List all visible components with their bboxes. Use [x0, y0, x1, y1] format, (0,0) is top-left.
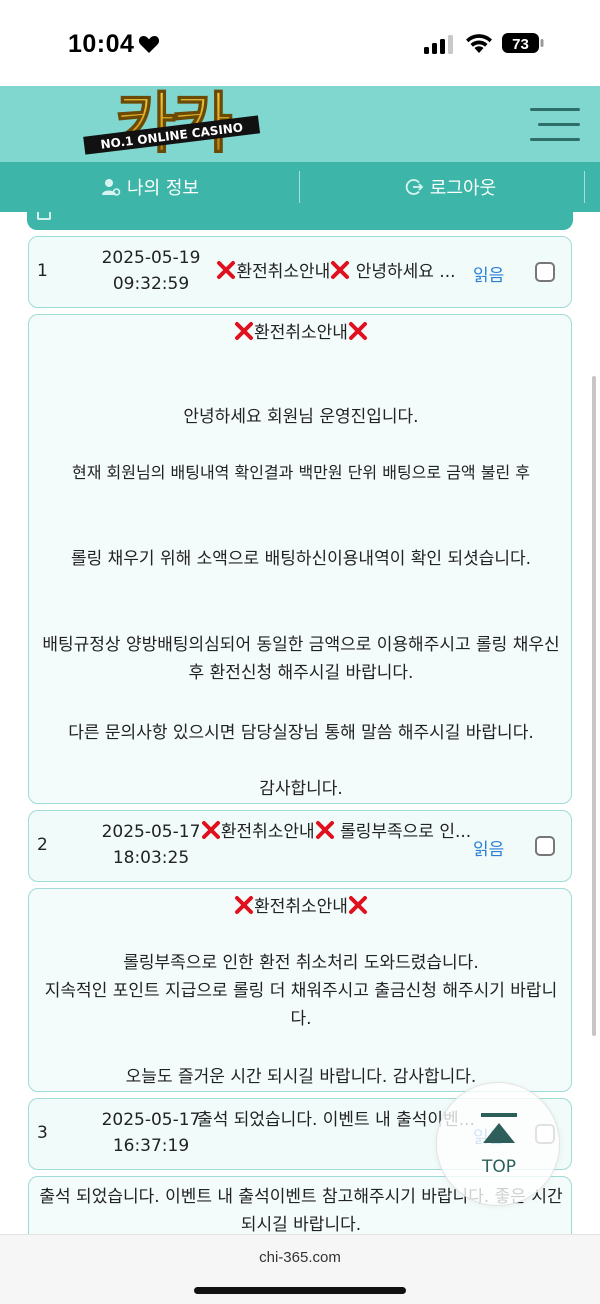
row-subject-title: 환전취소안내: [236, 262, 331, 282]
red-x-icon: [331, 261, 350, 279]
detail-line: 롤링 채우기 위해 소액으로 배팅하신이용내역이 확인 되셧습니다.: [70, 549, 532, 569]
detail-line: 롤링부족으로 인한 환전 취소처리 도와드렸습니다.: [123, 953, 479, 973]
red-x-icon: [235, 896, 254, 914]
heart-icon: [138, 36, 160, 53]
detail-line: 안녕하세요 회원님 운영진입니다.: [183, 407, 419, 427]
list-header-strip: [27, 212, 573, 230]
home-indicator[interactable]: [194, 1287, 406, 1294]
row-time: 16:37:19: [112, 1136, 190, 1156]
row-time: 18:03:25: [112, 848, 190, 868]
status-bar: 10:04 73: [0, 0, 600, 86]
red-x-icon: [235, 322, 254, 340]
red-x-icon: [348, 322, 367, 340]
arrow-up-icon: [481, 1113, 517, 1143]
detail-line: 배팅규정상 양방배팅의심되어 동일한 금액으로 이용해주시고 롤링 채우신 후 …: [42, 635, 560, 683]
scroll-top-button[interactable]: TOP: [436, 1082, 560, 1206]
hamburger-menu-icon[interactable]: [530, 108, 580, 142]
row-subject-preview: 안녕하세요 ...: [350, 262, 456, 282]
site-logo[interactable]: 카카 NO.1 ONLINE CASINO: [74, 86, 270, 162]
message-detail: 환전취소안내 롤링부족으로 인한 환전 취소처리 도와드렸습니다. 지속적인 포…: [28, 888, 572, 1092]
scrollbar[interactable]: [592, 376, 596, 1036]
top-nav: 나의 정보 로그아웃: [0, 162, 600, 212]
wifi-icon: [466, 34, 492, 53]
user-settings-icon: [102, 179, 121, 196]
detail-line: 감사합니다.: [259, 779, 343, 799]
row-number: 3: [37, 1123, 48, 1143]
nav-logout-label: 로그아웃: [429, 178, 497, 199]
battery-level: 73: [512, 36, 529, 53]
read-status: 읽음: [473, 266, 505, 286]
detail-line: 다른 문의사항 있으시면 담당실장님 통해 말씀 해주시길 바랍니다.: [68, 723, 534, 743]
row-checkbox[interactable]: [535, 262, 555, 282]
nav-logout[interactable]: 로그아웃: [300, 162, 600, 212]
detail-line: 현재 회원님의 배팅내역 확인결과 백만원 단위 배팅으로 금액 불린 후: [72, 463, 530, 482]
message-list[interactable]: 1 2025-05-19 09:32:59 환전취소안내 안녕하세요 ... 읽…: [0, 212, 600, 1234]
row-subject-preview: 롤링부족으로 인...: [334, 822, 472, 842]
signal-icon: [424, 35, 453, 54]
red-x-icon: [217, 261, 236, 279]
select-all-checkbox[interactable]: [37, 212, 51, 220]
row-number: 2: [37, 835, 48, 855]
nav-my-info[interactable]: 나의 정보: [0, 162, 300, 212]
address-bar[interactable]: chi-365.com: [0, 1249, 600, 1266]
message-row[interactable]: 1 2025-05-19 09:32:59 환전취소안내 안녕하세요 ... 읽…: [28, 236, 572, 308]
row-subject[interactable]: 출석 되었습니다. 이벤트 내 출석이벤...: [195, 1107, 477, 1133]
message-row[interactable]: 2 2025-05-17 18:03:25 환전취소안내 롤링부족으로 인...…: [28, 810, 572, 882]
detail-title: 환전취소안내: [29, 893, 573, 921]
read-status: 읽음: [473, 840, 505, 860]
row-subject[interactable]: 환전취소안내 안녕하세요 ...: [195, 259, 477, 285]
red-x-icon: [315, 821, 334, 839]
red-x-icon: [201, 821, 220, 839]
scroll-top-label: TOP: [481, 1157, 517, 1177]
logout-icon: [405, 179, 424, 195]
detail-title: 환전취소안내: [29, 319, 573, 347]
status-time: 10:04: [68, 30, 135, 58]
nav-divider: [299, 171, 300, 203]
row-subject[interactable]: 환전취소안내 롤링부족으로 인...: [195, 819, 477, 845]
row-number: 1: [37, 261, 48, 281]
message-detail: 환전취소안내 안녕하세요 회원님 운영진입니다. 현재 회원님의 배팅내역 확인…: [28, 314, 572, 804]
detail-line: 지속적인 포인트 지급으로 롤링 더 채워주시고 출금신청 해주시기 바랍니다.: [44, 981, 558, 1029]
nav-divider: [584, 171, 585, 203]
browser-bottom-bar: chi-365.com: [0, 1234, 600, 1304]
row-checkbox[interactable]: [535, 836, 555, 856]
red-x-icon: [348, 896, 367, 914]
nav-my-info-label: 나의 정보: [127, 178, 199, 199]
row-subject-title: 환전취소안내: [220, 822, 315, 842]
battery-icon: 73: [502, 33, 544, 53]
site-header: 카카 NO.1 ONLINE CASINO: [0, 86, 600, 162]
